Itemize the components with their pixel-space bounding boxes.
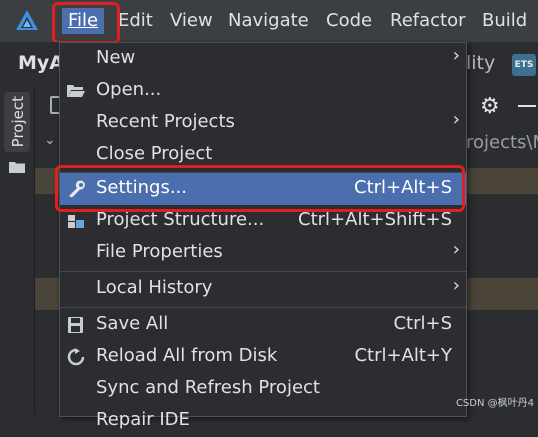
menu-item-repair-ide[interactable]: Repair IDE: [60, 405, 466, 437]
menu-item-recent-projects[interactable]: Recent Projects ›: [60, 107, 466, 139]
menu-build[interactable]: Build: [476, 8, 533, 34]
ets-file-icon: ETS: [512, 54, 536, 76]
watermark: CSDN @枫叶丹4: [455, 398, 534, 409]
menu-item-open[interactable]: Open...: [60, 75, 466, 107]
menu-item-new[interactable]: New ›: [60, 43, 466, 75]
menu-item-local-history[interactable]: Local History ›: [60, 273, 466, 305]
submenu-arrow-icon: ›: [452, 239, 460, 260]
menu-item-save-all[interactable]: Save All Ctrl+S: [60, 309, 466, 341]
project-name[interactable]: MyA: [18, 52, 64, 74]
submenu-arrow-icon: ›: [452, 109, 460, 130]
reload-icon: [67, 348, 85, 366]
project-path-text: rojects\M: [466, 132, 538, 153]
project-structure-icon: [68, 215, 84, 228]
menu-item-reload-all[interactable]: Reload All from Disk Ctrl+Alt+Y: [60, 341, 466, 373]
file-menu-dropdown: New › Open... Recent Projects › Close Pr…: [59, 42, 467, 430]
tab-project-label: Project: [9, 96, 27, 148]
folder-icon: [9, 162, 25, 173]
run-config-text[interactable]: lity: [466, 52, 495, 74]
menu-separator: [60, 307, 466, 308]
minimize-icon[interactable]: [518, 105, 536, 107]
menu-code[interactable]: Code: [320, 8, 378, 34]
menu-view[interactable]: View: [164, 8, 219, 34]
gear-icon[interactable]: ⚙: [480, 94, 500, 119]
save-icon: [68, 317, 83, 333]
menu-item-sync-refresh[interactable]: Sync and Refresh Project: [60, 373, 466, 405]
menu-separator: [60, 271, 466, 272]
file-menu-highlight-box: [52, 2, 120, 44]
folder-open-icon: [67, 85, 85, 97]
chevron-down-icon[interactable]: ⌄: [44, 132, 56, 148]
menu-navigate[interactable]: Navigate: [222, 8, 315, 34]
menu-refactor[interactable]: Refactor: [384, 8, 472, 34]
menu-item-file-properties[interactable]: File Properties ›: [60, 237, 466, 269]
submenu-arrow-icon: ›: [452, 45, 460, 66]
submenu-arrow-icon: ›: [452, 275, 460, 296]
app-logo-icon: [16, 10, 38, 30]
settings-highlight-box: [55, 165, 465, 212]
